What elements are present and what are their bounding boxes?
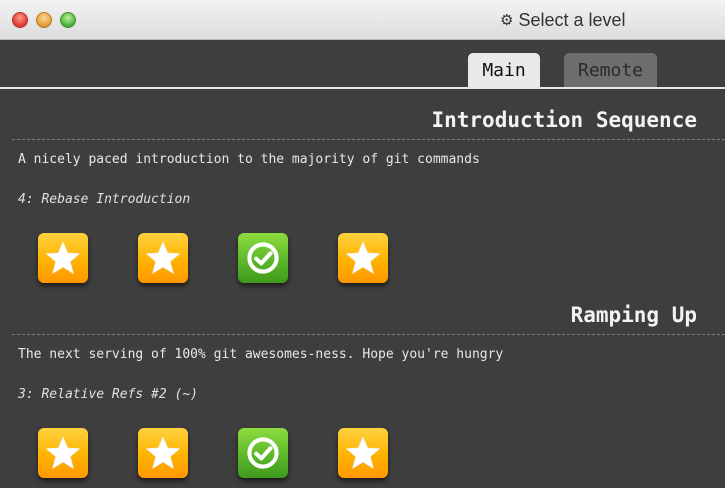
level-button-solved[interactable] <box>238 233 288 283</box>
level-button[interactable] <box>138 428 188 478</box>
gear-icon: ⚙ <box>500 12 514 29</box>
section-title-ramping-up: Ramping Up <box>570 303 697 327</box>
level-button-solved[interactable] <box>238 428 288 478</box>
star-icon <box>346 241 380 274</box>
level-button[interactable] <box>38 428 88 478</box>
star-icon <box>46 241 80 274</box>
level-button[interactable] <box>138 233 188 283</box>
tab-remote[interactable]: Remote <box>564 53 657 87</box>
tab-main[interactable]: Main <box>468 53 540 87</box>
level-button[interactable] <box>338 233 388 283</box>
close-window-button[interactable] <box>12 12 28 28</box>
star-icon <box>146 241 180 274</box>
window-title-text: Select a level <box>518 9 626 30</box>
current-level-label: 4: Rebase Introduction <box>18 192 191 207</box>
section-description: A nicely paced introduction to the major… <box>18 152 480 167</box>
section-description: The next serving of 100% git awesomes-ne… <box>18 347 504 362</box>
checkmark-icon <box>247 242 279 274</box>
star-icon <box>346 436 380 469</box>
checkmark-icon <box>247 437 279 469</box>
section-title-introduction: Introduction Sequence <box>431 108 697 132</box>
current-level-label: 3: Relative Refs #2 (~) <box>18 387 199 402</box>
star-icon <box>146 436 180 469</box>
star-icon <box>46 436 80 469</box>
tab-underline <box>0 87 725 89</box>
level-button[interactable] <box>38 233 88 283</box>
section-divider <box>12 139 725 140</box>
section-divider <box>12 334 725 335</box>
level-button[interactable] <box>338 428 388 478</box>
minimize-window-button[interactable] <box>36 12 52 28</box>
zoom-window-button[interactable] <box>60 12 76 28</box>
window-titlebar: ⚙ Select a level <box>0 0 725 40</box>
window-title: ⚙ Select a level <box>500 9 626 31</box>
